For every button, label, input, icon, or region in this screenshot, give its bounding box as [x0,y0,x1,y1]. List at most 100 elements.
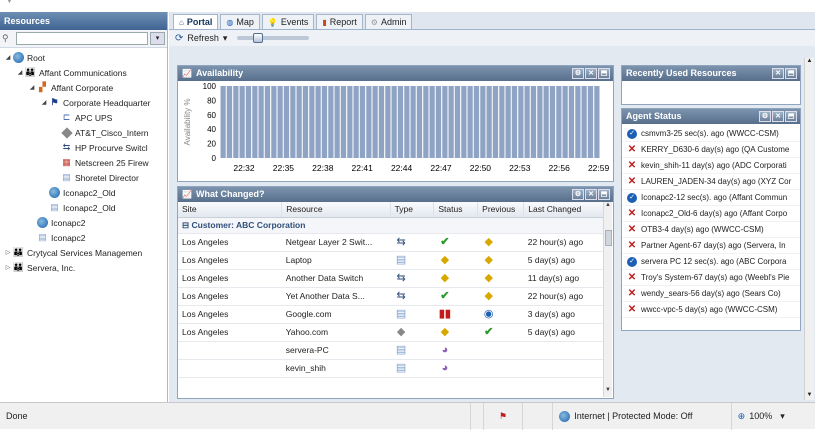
table-scrollbar[interactable]: ▲ ▼ [603,202,612,397]
tree-node[interactable]: Iconapc2_Old [0,185,167,200]
collapse-arrow-icon[interactable]: ◢ [4,54,12,61]
panel-settings-button[interactable]: ⚙ [572,189,584,200]
portal-toolbar: ⟳ Refresh ▾ [169,30,815,46]
tab-events[interactable]: 💡 Events [261,14,315,29]
filter-input[interactable] [16,32,148,45]
table-row[interactable]: servera-PC ▤ ◕ [178,341,605,360]
ok-status-icon: ✔ [440,290,450,302]
agent-item[interactable]: ✕ Partner Agent-67 day(s) ago (Servera, I… [622,238,800,254]
agent-item[interactable]: ✕ LAUREN_JADEN-34 day(s) ago (XYZ Cor [622,174,800,190]
agent-item[interactable]: ✓ servera PC 12 sec(s). ago (ABC Corpora [622,254,800,270]
scroll-thumb[interactable] [605,230,612,246]
scroll-up-arrow[interactable]: ▲ [604,202,612,212]
filter-icon[interactable]: ⚲ [2,33,14,44]
zoom-dropdown-icon[interactable]: ▾ [780,411,785,422]
tree-node[interactable]: ⊏ APC UPS [0,110,167,125]
agent-offline-icon: ✕ [627,287,637,299]
recent-resources-panel: Recently Used Resources ✕ ⬒ [621,65,801,105]
agent-item[interactable]: ✕ OTB3-4 day(s) ago (WWCC-CSM) [622,222,800,238]
table-row[interactable]: Los Angeles Netgear Layer 2 Swit... ⇆ ✔ ◆ 22 … [178,233,605,252]
panel-maximize-button[interactable]: ⬒ [785,111,797,122]
column-header[interactable]: Previous [477,202,525,218]
zoom-control[interactable]: ⊕ 100% ▾ [730,402,815,430]
refresh-dropdown-icon[interactable]: ▾ [223,33,228,44]
refresh-icon[interactable]: ⟳ [175,33,183,44]
column-header[interactable]: Resource [281,202,391,218]
scroll-up-arrow[interactable]: ▲ [805,58,814,64]
panel-close-button[interactable]: ✕ [772,68,784,79]
availability-bar [309,86,315,158]
zoom-slider-handle[interactable] [252,33,263,43]
last-changed-cell: 5 day(s) ago [523,251,605,270]
tab-admin[interactable]: ⚙ Admin [364,14,413,29]
security-icon[interactable]: ⚑ [482,402,523,430]
tree-node[interactable]: ▷ 👪 Crytycal Services Managemen [0,245,167,260]
tree-node[interactable]: Iconapc2 [0,215,167,230]
table-row[interactable]: Los Angeles Yet Another Data S... ⇆ ✔ ◆ 22 ho… [178,287,605,306]
agent-item[interactable]: ✕ wwcc-vpc-5 day(s) ago (WWCC-CSM) [622,302,800,318]
tree-node[interactable]: ◢ ▞ Affant Corporate [0,80,167,95]
globe-icon [12,52,25,64]
table-row[interactable]: Los Angeles Yahoo.com ◆ ◆ ✔ 5 day(s) ago [178,323,605,342]
availability-bar [372,86,378,158]
expand-arrow-icon[interactable]: ▷ [4,264,12,271]
previous-cell: ✔ [477,323,524,342]
portal-scrollbar[interactable]: ▲ ▼ [804,58,814,400]
agent-item[interactable]: ✕ wendy_sears-56 day(s) ago (Sears Co) [622,286,800,302]
column-header[interactable]: Site [178,202,283,218]
tree-node[interactable]: ▦ Netscreen 25 Firew [0,155,167,170]
tab-map[interactable]: ◍ Map [220,14,260,29]
availability-bar [296,86,302,158]
availability-bar [530,86,536,158]
column-header[interactable]: Type [390,202,435,218]
plot-area [220,86,600,158]
table-row[interactable]: Los Angeles Google.com ▤ ▮▮ ◉ 3 day(s) ago [178,305,605,324]
scroll-down-arrow[interactable]: ▼ [604,387,612,397]
panel-maximize-button[interactable]: ⬒ [598,189,610,200]
availability-bar [404,86,410,158]
tree-node[interactable]: ⇆ HP Procurve Switcl [0,140,167,155]
zoom-slider[interactable] [237,33,310,43]
panel-close-button[interactable]: ✕ [585,68,597,79]
group-row[interactable]: ⊟ Customer: ABC Corporation [178,217,605,234]
security-zone[interactable]: Internet | Protected Mode: Off [552,402,730,430]
tree-node[interactable]: ▷ 👪 Servera, Inc. [0,260,167,275]
agent-item[interactable]: ✕ Troy's System-67 day(s) ago (Weebl's Pi… [622,270,800,286]
panel-maximize-button[interactable]: ⬒ [785,68,797,79]
panel-close-button[interactable]: ✕ [772,111,784,122]
filter-dropdown-button[interactable]: ▾ [150,32,165,45]
table-row[interactable]: Los Angeles Another Data Switch ⇆ ◆ ◆ 11 day(… [178,269,605,288]
tab-portal[interactable]: ⌂ Portal [173,14,219,29]
agent-item[interactable]: ✓ Iconapc2-12 sec(s). ago (Affant Commun [622,190,800,206]
tree-node[interactable]: ◢ 👪 Affant Communications [0,65,167,80]
tree-node[interactable]: ◢ ⚑ Corporate Headquarter [0,95,167,110]
agent-item[interactable]: ✕ KERRY_D630-6 day(s) ago (QA Custome [622,142,800,158]
column-header[interactable]: Status [433,202,479,218]
panel-settings-button[interactable]: ⚙ [759,111,771,122]
tree-node[interactable]: ▤ Shoretel Director [0,170,167,185]
tree-node[interactable]: AT&T_Cisco_Intern [0,125,167,140]
last-changed-cell [523,341,605,360]
tab-report[interactable]: ▮ Report [316,14,363,29]
agent-item[interactable]: ✕ kevin_shih-11 day(s) ago (ADC Corporati [622,158,800,174]
column-header[interactable]: Last Changed [523,202,605,218]
panel-close-button[interactable]: ✕ [585,189,597,200]
collapse-arrow-icon[interactable]: ◢ [16,69,24,76]
agent-item[interactable]: ✕ Iconapc2_Old-6 day(s) ago (Affant Corpo [622,206,800,222]
collapse-arrow-icon[interactable]: ◢ [28,84,36,91]
availability-bar [410,86,416,158]
table-row[interactable]: Los Angeles Laptop ▤ ◆ ◆ 5 day(s) ago [178,251,605,270]
expand-arrow-icon[interactable]: ▷ [4,249,12,256]
collapse-arrow-icon[interactable]: ◢ [40,99,48,106]
availability-bar [454,86,460,158]
tree-node[interactable]: ◢ Root [0,50,167,65]
scroll-down-arrow[interactable]: ▼ [805,392,814,398]
table-row[interactable]: kevin_shih ▤ ◕ [178,359,605,378]
tree-node[interactable]: ▤ Iconapc2_Old [0,200,167,215]
tree-node[interactable]: ▤ Iconapc2 [0,230,167,245]
panel-settings-button[interactable]: ⚙ [572,68,584,79]
agent-item[interactable]: ✓ csmvm3-25 sec(s). ago (WWCC-CSM) [622,126,800,142]
refresh-button[interactable]: Refresh [187,33,219,43]
panel-maximize-button[interactable]: ⬒ [598,68,610,79]
previous-cell [477,341,524,360]
